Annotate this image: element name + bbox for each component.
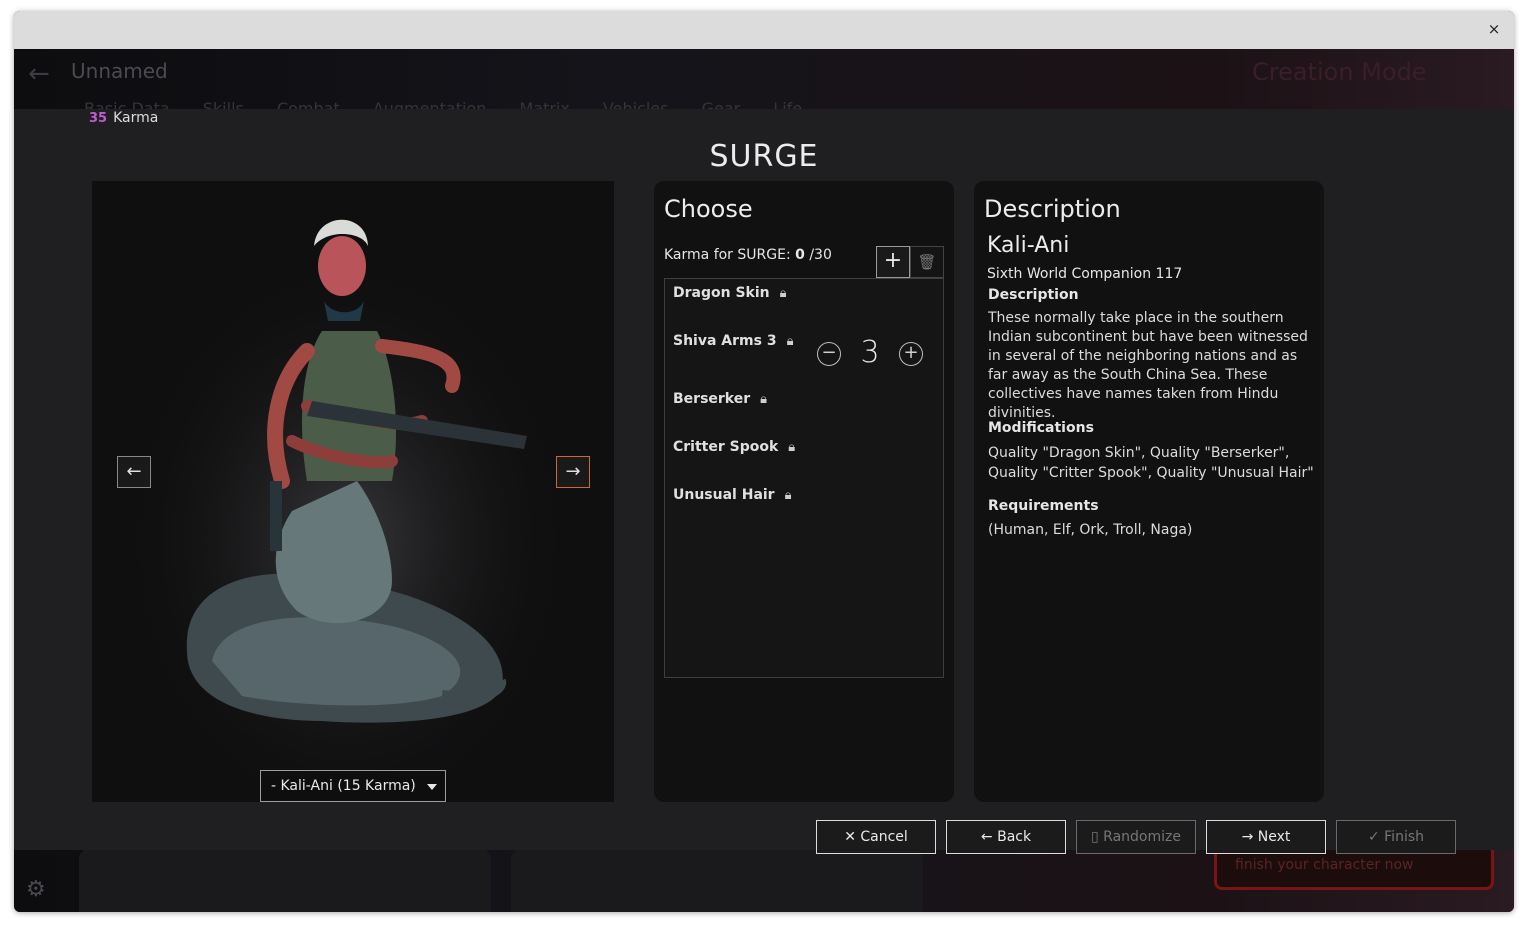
list-item-shiva-arms[interactable]: Shiva Arms 3 🔒︎ [673,333,794,349]
cancel-button[interactable]: ✕ Cancel [816,820,936,854]
shiva-arms-stepper: − 3 + [815,335,925,375]
close-icon[interactable]: × [1486,21,1502,37]
lock-icon: 🔒︎ [784,488,792,503]
list-item-label: Dragon Skin [673,285,770,301]
gear-icon[interactable]: ⚙ [26,877,46,902]
list-item-unusual-hair[interactable]: Unusual Hair 🔒︎ [673,487,792,503]
next-image-button[interactable]: → [556,456,590,488]
requirements-text: (Human, Elf, Ork, Troll, Naga) [988,522,1193,538]
dialog-title: SURGE [709,139,819,174]
list-item-label: Berserker [673,391,751,407]
lock-icon: 🔒︎ [779,286,787,301]
add-button[interactable]: + [876,246,910,278]
selected-name: Kali-Ani [987,233,1070,258]
variant-dropdown[interactable]: - Kali-Ani (15 Karma) [260,770,446,802]
stepper-value: 3 [860,335,880,370]
list-item-berserker[interactable]: Berserker 🔒︎ [673,391,767,407]
lock-icon: 🔒︎ [760,392,768,407]
list-item-critter-spook[interactable]: Critter Spook 🔒︎ [673,439,795,455]
karma-value: 35 [89,111,108,126]
previous-image-button[interactable]: ← [117,456,151,488]
variant-selected-value: - Kali-Ani (15 Karma) [271,778,416,794]
description-text: These normally take place in the souther… [988,310,1308,421]
title-bar: × [14,11,1514,49]
choose-heading: Choose [664,195,753,223]
finish-button[interactable]: ✓ Finish [1336,820,1456,854]
list-item-dragon-skin[interactable]: Dragon Skin 🔒︎ [673,285,787,301]
list-item-label: Unusual Hair [673,487,775,503]
modifications-text: Quality "Dragon Skin", Quality "Berserke… [988,445,1314,481]
surge-dialog: 35 Karma SURGE ← → - Kali-Ani (15 Karma)… [14,109,1514,854]
surge-karma-label: Karma for SURGE: [664,247,791,263]
background-card [79,849,491,912]
creation-mode-label: Creation Mode [1252,58,1427,86]
background-card [511,849,923,912]
minus-circle-icon[interactable]: − [817,342,841,366]
back-button[interactable]: ← Back [946,820,1066,854]
description-panel: Description Kali-Ani Sixth World Compani… [974,181,1324,802]
back-arrow-icon: ← [28,59,50,89]
randomize-button[interactable]: ▯ Randomize [1076,820,1196,854]
next-button[interactable]: → Next [1206,820,1326,854]
modifications-label: Modifications [988,420,1094,436]
character-portrait [117,219,577,801]
karma-label: Karma [113,110,159,126]
lock-icon: 🔒︎ [788,440,796,455]
surge-karma-spent: 0 [795,247,805,263]
choose-panel: Choose Karma for SURGE: 0 /30 + 🗑 Dragon… [654,181,954,802]
lock-icon: 🔒︎ [786,334,794,349]
source-reference: Sixth World Companion 117 [987,266,1183,282]
karma-counter: 35 Karma [89,110,158,126]
description-heading: Description [984,195,1121,223]
list-item-label: Shiva Arms 3 [673,333,777,349]
surge-karma-max: /30 [809,247,832,263]
finish-hint-text: finish your character now [1235,857,1414,873]
trash-icon[interactable]: 🗑 [910,246,944,278]
chevron-down-icon [427,784,437,790]
character-name: Unnamed [71,59,168,83]
requirements-label: Requirements [988,498,1099,514]
plus-circle-icon[interactable]: + [899,342,923,366]
image-panel: ← → - Kali-Ani (15 Karma) [92,181,614,802]
quality-list: Dragon Skin 🔒︎ Shiva Arms 3 🔒︎ − 3 + Berse… [664,278,944,678]
description-label: Description [988,287,1079,303]
app-window: × ← Unnamed Creation Mode Basic Data Ski… [14,11,1514,912]
surge-karma-line: Karma for SURGE: 0 /30 [664,247,832,263]
list-item-label: Critter Spook [673,439,779,455]
